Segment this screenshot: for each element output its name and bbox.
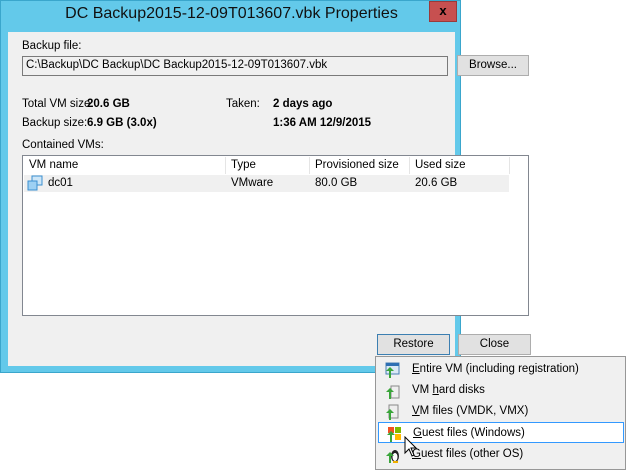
vm-type-cell: VMware [231,177,274,189]
contained-vms-label: Contained VMs: [22,139,104,151]
total-vm-size-label: Total VM size: [22,98,94,110]
total-vm-size-value: 20.6 GB [87,98,130,110]
column-header-provisioned-size[interactable]: Provisioned size [310,157,410,174]
menu-label: ard disks [438,384,485,396]
close-button[interactable]: Close [458,334,531,355]
column-header-type[interactable]: Type [226,157,310,174]
close-window-button[interactable]: x [429,1,457,22]
menu-label: uest files (Windows) [421,427,525,439]
backup-file-label: Backup file: [22,40,82,52]
backup-size-value: 6.9 GB (3.0x) [87,117,157,129]
column-header-vm-name[interactable]: VM name [24,157,226,174]
vms-table: VM name Type Provisioned size Used size … [22,155,529,316]
linux-icon [386,450,399,463]
menu-label: ntire VM (including registration) [419,363,579,375]
browse-button[interactable]: Browse... [457,55,529,76]
menu-accel: E [412,363,420,375]
menu-label: M files (VMDK, VMX) [419,405,529,417]
vm-name-cell: dc01 [48,177,73,189]
window-title: DC Backup2015-12-09T013607.vbk Propertie… [65,5,398,22]
taken-time-value: 1:36 AM 12/9/2015 [273,117,372,129]
menu-label-prefix: VM [412,384,433,396]
hard-disks-icon [386,385,400,399]
restore-button[interactable]: Restore [377,334,450,355]
menu-item-vm-hard-disks[interactable]: VM hard disks [378,380,624,401]
backup-file-input[interactable]: C:\Backup\DC Backup\DC Backup2015-12-09T… [22,56,448,76]
entire-vm-icon [385,362,400,378]
vm-provisioned-cell: 80.0 GB [315,177,358,189]
taken-label: Taken: [226,98,260,110]
column-header-used-size[interactable]: Used size [410,157,510,174]
menu-item-vm-files[interactable]: VM files (VMDK, VMX) [378,401,624,422]
menu-accel: V [412,405,420,417]
taken-ago-value: 2 days ago [273,98,333,110]
backup-size-label: Backup size: [22,117,88,129]
vm-files-icon [386,404,399,420]
windows-icon [387,427,401,442]
menu-label: uest files (other OS) [420,448,524,460]
vm-used-cell: 20.6 GB [415,177,458,189]
menu-item-entire-vm[interactable]: Entire VM (including registration) [378,359,624,380]
mouse-cursor-icon [404,436,418,457]
vm-icon [27,175,43,191]
